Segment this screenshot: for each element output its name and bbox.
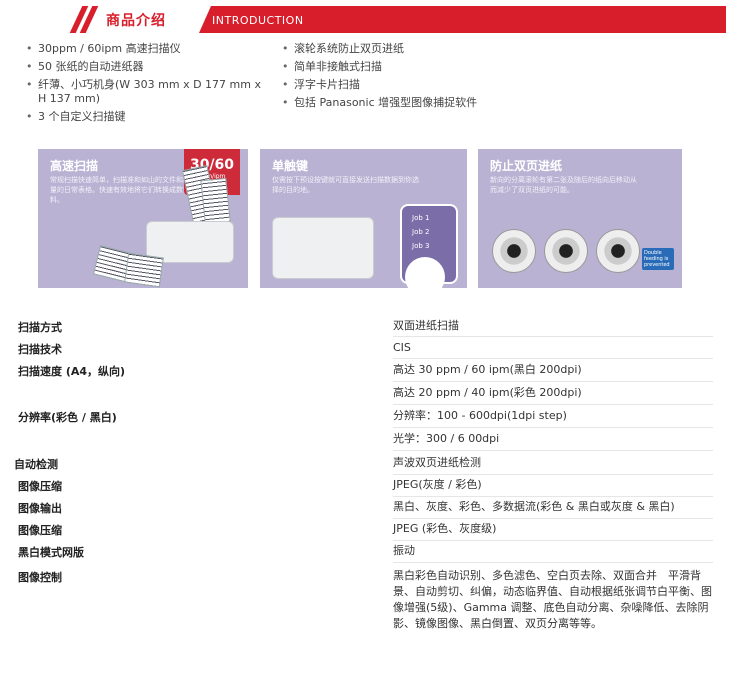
spec-label: 黑白模式网版 — [18, 546, 84, 559]
feature-item: 30ppm / 60ipm 高速扫描仪 — [26, 42, 276, 56]
spec-value: 高达 20 ppm / 40 ipm(彩色 200dpi) — [393, 386, 582, 399]
spec-value: 黑白彩色自动识别、多色滤色、空白页去除、双面合并 平滑背景、自动剪切、纠偏，动态… — [393, 569, 712, 630]
divider — [393, 562, 713, 563]
spec-label: 图像压缩 — [18, 524, 62, 537]
document-sheet-image — [124, 252, 164, 288]
spec-label: 图像压缩 — [18, 480, 62, 493]
panel-one-touch-button: 单触键 仅需按下预设按键就可直接发送扫描数据到你选择的目的地。 Job 1 Jo… — [260, 149, 467, 288]
feature-item: 滚轮系统防止双页进纸 — [282, 42, 582, 56]
feature-item: 浮字卡片扫描 — [282, 78, 582, 92]
spec-value: 光学：300 / 6 00dpi — [393, 432, 500, 445]
roller-image — [492, 229, 536, 273]
spec-label: 扫描速度 (A4，纵向) — [18, 365, 126, 378]
divider — [393, 540, 713, 541]
spec-label: 图像输出 — [18, 502, 62, 515]
panel-description: 常规扫描快速简单，扫描准和如山的文件和和大量的日常表格。快速有效地将它们转换成数… — [50, 176, 197, 204]
spec-label: 自动检测 — [14, 458, 58, 471]
feature-item: 纤薄、小巧机身(W 303 mm x D 177 mm x H 137 mm) — [26, 78, 266, 106]
feature-column-left: 30ppm / 60ipm 高速扫描仪 50 张纸的自动进纸器 纤薄、小巧机身(… — [26, 42, 276, 128]
spec-value: 高达 30 ppm / 60 ipm(黑白 200dpi) — [393, 363, 582, 376]
spec-value: JPEG (彩色、灰度级) — [393, 522, 497, 535]
panel-high-speed-scan: 高速扫描 常规扫描快速简单，扫描准和如山的文件和和大量的日常表格。快速有效地将它… — [38, 149, 248, 288]
divider — [393, 518, 713, 519]
section-header: 商品介绍 INTRODUCTION — [14, 6, 726, 33]
spec-value: 振动 — [393, 544, 415, 557]
spec-value: 双面进纸扫描 — [393, 319, 459, 332]
spec-value: 分辨率：100 - 600dpi(1dpi step) — [393, 409, 567, 422]
divider — [393, 450, 713, 451]
job-label: Job 2 — [412, 228, 430, 236]
feature-column-right: 滚轮系统防止双页进纸 简单非接触式扫描 浮字卡片扫描 包括 Panasonic … — [282, 42, 582, 114]
roller-image — [596, 229, 640, 273]
spec-label: 扫描技术 — [18, 343, 62, 356]
feature-item: 3 个自定义扫描键 — [26, 110, 276, 124]
divider — [393, 336, 713, 337]
spec-value: 黑白、灰度、彩色、多数据流(彩色 & 黑白或灰度 & 黑白) — [393, 500, 675, 513]
spec-value: CIS — [393, 341, 411, 354]
job-label: Job 1 — [412, 214, 430, 222]
panel-double-feed-prevention: 防止双页进纸 新向的分离滚轮有第二张及随后的纸向后移动从而减少了双页进纸的可能。… — [478, 149, 682, 288]
feature-list: 30ppm / 60ipm 高速扫描仪 50 张纸的自动进纸器 纤薄、小巧机身(… — [26, 42, 726, 132]
double-feed-tag: Double feeding is prevented — [642, 248, 674, 270]
feature-item: 包括 Panasonic 增强型图像捕捉软件 — [282, 96, 582, 110]
divider — [393, 381, 713, 382]
divider — [393, 474, 713, 475]
feature-item: 50 张纸的自动进纸器 — [26, 60, 276, 74]
panel-title: 防止双页进纸 — [490, 159, 563, 173]
spec-label: 分辨率(彩色 / 黑白) — [18, 411, 117, 424]
divider — [393, 427, 713, 428]
roller-image — [544, 229, 588, 273]
divider — [393, 358, 713, 359]
section-title-en: INTRODUCTION — [212, 14, 304, 27]
feature-item: 简单非接触式扫描 — [282, 60, 582, 74]
panel-description: 仅需按下预设按键就可直接发送扫描数据到你选择的目的地。 — [272, 176, 419, 194]
spec-label: 图像控制 — [18, 571, 62, 584]
divider — [393, 404, 713, 405]
scanner-image — [272, 217, 374, 279]
panel-description: 新向的分离滚轮有第二张及随后的纸向后移动从而减少了双页进纸的可能。 — [490, 176, 637, 194]
panel-title: 单触键 — [272, 159, 309, 173]
spec-label: 扫描方式 — [18, 321, 62, 334]
divider — [393, 496, 713, 497]
panel-title: 高速扫描 — [50, 159, 99, 173]
spec-value: JPEG(灰度 / 彩色) — [393, 478, 482, 491]
spec-value: 声波双页进纸检测 — [393, 456, 481, 469]
job-label: Job 3 — [412, 242, 430, 250]
section-title: 商品介绍 — [106, 13, 166, 29]
